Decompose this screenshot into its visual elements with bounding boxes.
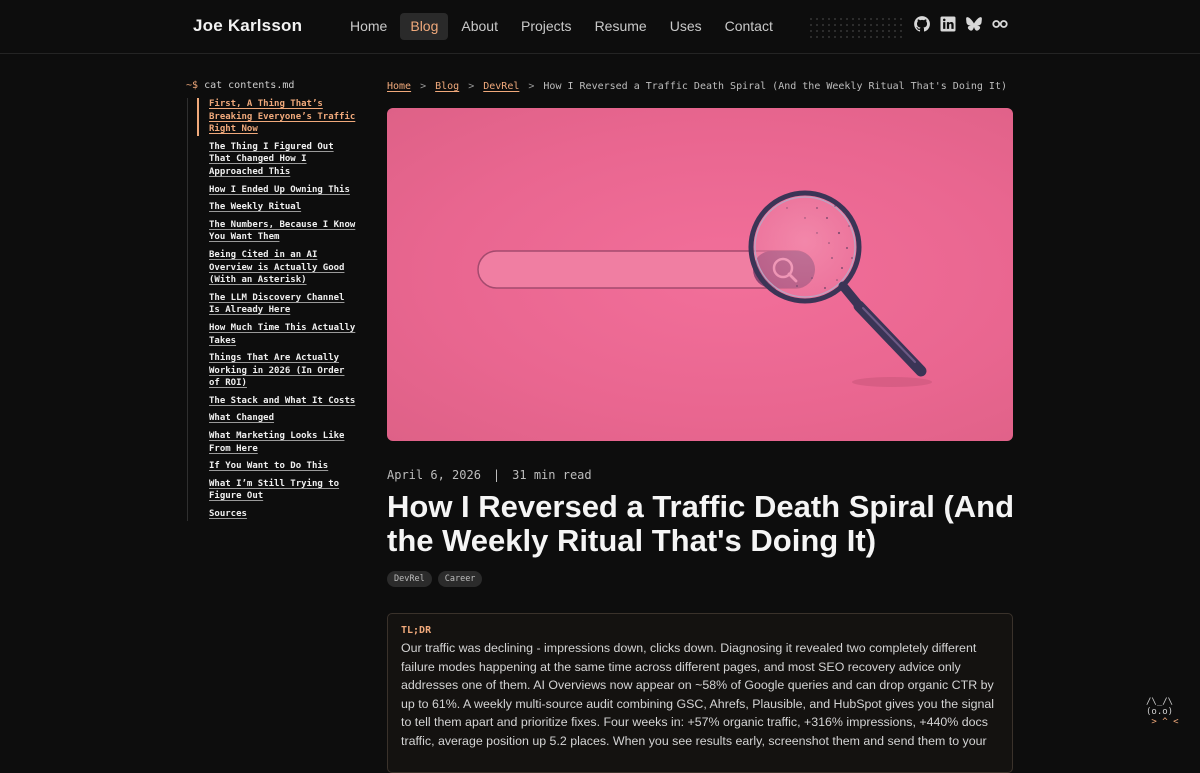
toc-item[interactable]: If You Want to Do This [209,460,359,473]
breadcrumb-category[interactable]: DevRel [483,81,519,92]
tldr-label: TL;DR [401,625,432,636]
breadcrumb-separator: > [420,81,427,92]
toc-item[interactable]: The Weekly Ritual [209,201,359,214]
toc-item[interactable]: How I Ended Up Owning This [209,184,359,197]
toc-item[interactable]: First, A Thing That’s Breaking Everyone’… [197,98,359,136]
hero-image [387,108,1013,441]
tldr-box: TL;DR Our traffic was declining - impres… [387,613,1013,773]
toc-item[interactable]: Sources [209,508,359,521]
github-icon[interactable] [913,15,931,33]
nav-blog[interactable]: Blog [400,13,449,40]
cat-face: (o.o) [1146,707,1174,717]
ascii-cat-mascot[interactable]: /\_/\ (o.o) > ^ < [1146,697,1179,727]
breadcrumb: Home > Blog > DevRel > How I Reversed a Traffi… [387,81,1007,92]
nav-about[interactable]: About [451,13,508,40]
social-links [913,15,1009,33]
post-title: How I Reversed a Traffic Death Spiral (A… [387,489,1015,558]
tag-chip[interactable]: DevRel [387,571,432,587]
read-time: 31 min read [512,468,592,482]
toc-item[interactable]: How Much Time This Actually Takes [209,322,359,347]
toc-item[interactable]: The Thing I Figured Out That Changed How… [209,141,359,179]
toc-item[interactable]: The Stack and What It Costs [209,395,359,408]
toc-item[interactable]: Things That Are Actually Working in 2026… [209,352,359,390]
toc-list: First, A Thing That’s Breaking Everyone’… [187,98,366,521]
table-of-contents: ~$ cat contents.md First, A Thing That’s… [186,80,366,526]
meta-separator: | [492,468,501,482]
nav-projects[interactable]: Projects [511,13,582,40]
breadcrumb-home[interactable]: Home [387,81,411,92]
toc-item[interactable]: What Marketing Looks Like From Here [209,430,359,455]
cat-paws: > ^ < [1146,717,1179,727]
tldr-text: Our traffic was declining - impressions … [401,641,995,748]
toc-heading: ~$ cat contents.md [186,80,366,91]
toc-item[interactable]: What I’m Still Trying to Figure Out [209,478,359,503]
site-header: Joe Karlsson Home Blog About Projects Re… [0,0,1200,54]
nav-home[interactable]: Home [340,13,397,40]
toc-item[interactable]: The Numbers, Because I Know You Want The… [209,219,359,244]
post-meta: April 6, 2026 | 31 min read [387,468,592,482]
bluesky-icon[interactable] [965,15,983,33]
toc-item[interactable]: Being Cited in an AI Overview is Actuall… [209,249,359,287]
breadcrumb-current: How I Reversed a Traffic Death Spiral (A… [543,81,1007,92]
breadcrumb-separator: > [528,81,535,92]
search-illustration [477,190,932,387]
breadcrumb-blog[interactable]: Blog [435,81,459,92]
cat-ears: /\_/\ [1146,697,1174,707]
nav-uses[interactable]: Uses [660,13,712,40]
nav-contact[interactable]: Contact [715,13,783,40]
toc-item[interactable]: The LLM Discovery Channel Is Already Her… [209,292,359,317]
post-date: April 6, 2026 [387,468,481,482]
toc-prompt: ~$ [186,80,199,91]
nav-resume[interactable]: Resume [585,13,657,40]
toc-item[interactable]: What Changed [209,412,359,425]
tag-chip[interactable]: Career [437,571,483,587]
toc-command: cat contents.md [204,80,295,91]
post-tags: DevRel Career [387,571,483,587]
breadcrumb-separator: > [468,81,475,92]
main-nav: Home Blog About Projects Resume Uses Con… [340,13,786,40]
linkedin-icon[interactable] [939,15,957,33]
dot-pattern [808,16,904,38]
fediverse-icon[interactable] [991,15,1009,33]
site-brand[interactable]: Joe Karlsson [193,16,302,36]
